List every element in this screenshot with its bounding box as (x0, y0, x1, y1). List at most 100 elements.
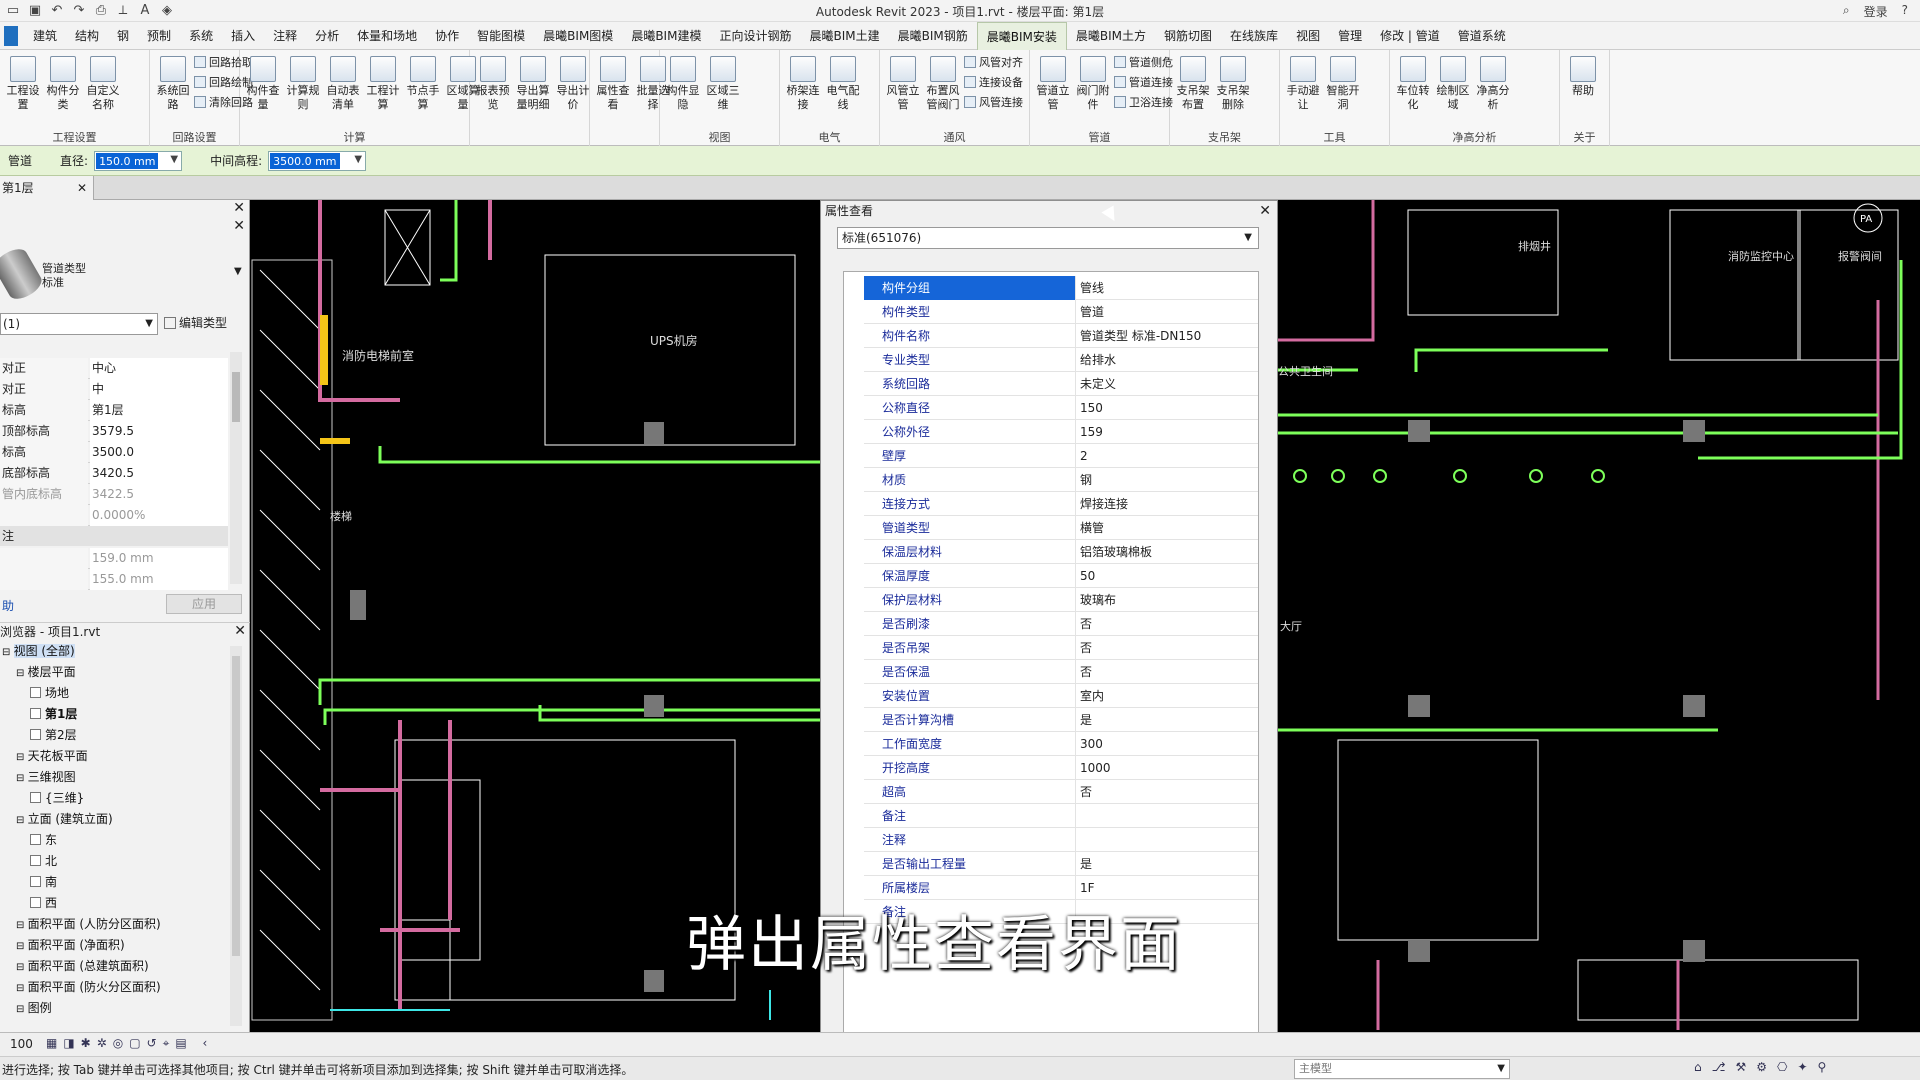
property-value[interactable]: 否 (1076, 612, 1258, 636)
ribbon-button[interactable]: 支吊架布置 (1174, 56, 1212, 112)
property-table-row[interactable]: 是否吊架否 (864, 636, 1258, 660)
ribbon-button[interactable]: 计算规则 (284, 56, 322, 112)
property-value[interactable]: 3422.5 (90, 484, 228, 505)
tab-18[interactable]: 钢筋切图 (1155, 22, 1221, 50)
ribbon-button[interactable]: 属性查看 (594, 56, 632, 112)
property-value[interactable]: 玻璃布 (1076, 588, 1258, 612)
ribbon-button[interactable]: 智能开洞 (1324, 56, 1362, 112)
collapse-icon[interactable]: ⊟ (16, 1004, 28, 1015)
property-value[interactable]: 第1层 (90, 400, 228, 421)
browser-item[interactable]: ⊟ 立面 (建筑立面) (16, 810, 113, 827)
property-value[interactable]: 1000 (1076, 756, 1258, 780)
tab-15[interactable]: 晨曦BIM钢筋 (889, 22, 977, 50)
ribbon-small-button[interactable]: 连接设备 (964, 74, 1023, 90)
instance-selector[interactable]: (1) ▼ (0, 313, 158, 335)
browser-item[interactable]: ⊟ 图例 (16, 999, 52, 1016)
property-table-row[interactable]: 公称直径 150 (864, 396, 1258, 420)
ribbon-button[interactable]: 帮助 (1564, 56, 1602, 98)
browser-item[interactable]: 第1层 (30, 705, 77, 722)
property-table-row[interactable]: 壁厚 2 (864, 444, 1258, 468)
property-table-row[interactable]: 保护层材料 玻璃布 (864, 588, 1258, 612)
property-value[interactable]: 横管 (1076, 516, 1258, 540)
browser-item[interactable]: ⊟ 面积平面 (净面积) (16, 936, 125, 953)
tab-4[interactable]: 系统 (180, 22, 222, 50)
property-table-row[interactable]: 构件名称 管道类型 标准-DN150 (864, 324, 1258, 348)
property-table-row[interactable]: 保温厚度 50 (864, 564, 1258, 588)
browser-item[interactable]: ⊟ 楼层平面 (16, 663, 76, 680)
tab-1[interactable]: 结构 (66, 22, 108, 50)
ribbon-button[interactable]: 系统回路 (154, 56, 192, 112)
ribbon-small-button[interactable]: 管道连接 (1114, 74, 1173, 90)
property-value[interactable]: 中 (90, 379, 228, 400)
drawing-canvas-right[interactable]: PA 排烟井 消防监控中心 报警阀间 公共卫生间 大厅 (1278, 200, 1920, 1032)
edit-type-button[interactable]: 编辑类型 (164, 314, 227, 331)
ribbon-button[interactable]: 车位转化 (1394, 56, 1432, 112)
tab-6[interactable]: 注释 (264, 22, 306, 50)
collapse-icon[interactable]: ⊟ (16, 815, 28, 826)
property-table-row[interactable]: 公称外径 159 (864, 420, 1258, 444)
offset-dropdown[interactable]: 3500.0 mm ▼ (268, 150, 367, 171)
browser-item[interactable]: ⊟ 天花板平面 (16, 747, 88, 764)
property-value[interactable]: 管道 (1076, 300, 1258, 324)
browser-item[interactable]: 东 (30, 831, 57, 848)
apply-button[interactable]: 应用 (166, 594, 242, 614)
ribbon-button[interactable]: 自定义名称 (84, 56, 122, 112)
ribbon-small-button[interactable]: 管道侧危 (1114, 54, 1173, 70)
tab-20[interactable]: 视图 (1287, 22, 1329, 50)
property-value[interactable]: 3500.0 (90, 442, 228, 463)
ribbon-button[interactable]: 导出算量明细 (514, 56, 552, 112)
close-icon[interactable]: ✕ (1259, 201, 1271, 221)
collapse-icon[interactable]: ⊟ (2, 647, 14, 658)
property-table-row[interactable]: 构件分组 管线 (864, 276, 1258, 300)
ribbon-button[interactable]: 支吊架删除 (1214, 56, 1252, 112)
ribbon-button[interactable]: 手动避让 (1284, 56, 1322, 112)
property-value[interactable]: 是 (1076, 852, 1258, 876)
close-icon[interactable]: ✕ (77, 176, 87, 200)
browser-item[interactable]: 南 (30, 873, 57, 890)
browser-item[interactable]: ⊟ 面积平面 (人防分区面积) (16, 915, 161, 932)
tab-19[interactable]: 在线族库 (1221, 22, 1287, 50)
property-value[interactable]: 焊接连接 (1076, 492, 1258, 516)
browser-item[interactable]: 第2层 (30, 726, 77, 743)
property-value[interactable]: 未定义 (1076, 372, 1258, 396)
property-table-row[interactable]: 是否保温否 (864, 660, 1258, 684)
ribbon-button[interactable]: 构件分类 (44, 56, 82, 112)
property-value[interactable]: 否 (1076, 780, 1258, 804)
tab-14[interactable]: 晨曦BIM土建 (800, 22, 888, 50)
help-icon[interactable]: ? (1902, 3, 1908, 20)
property-table-row[interactable]: 材质钢 (864, 468, 1258, 492)
property-value[interactable]: 否 (1076, 660, 1258, 684)
ribbon-small-button[interactable]: 风管连接 (964, 94, 1023, 110)
property-value[interactable]: 150 (1076, 396, 1258, 420)
property-value[interactable]: 159.0 mm (90, 548, 228, 569)
tab-12[interactable]: 晨曦BIM建模 (622, 22, 710, 50)
property-value[interactable]: 给排水 (1076, 348, 1258, 372)
browser-item[interactable]: ⊟ 面积平面 (防火分区面积) (16, 978, 161, 995)
close-icon[interactable]: ✕ (233, 218, 245, 234)
tab-5[interactable]: 插入 (222, 22, 264, 50)
close-icon[interactable]: ✕ (233, 200, 245, 216)
property-value[interactable]: 钢 (1076, 468, 1258, 492)
browser-item[interactable]: 场地 (30, 684, 69, 701)
browser-item[interactable]: ⊟ 三维视图 (16, 768, 76, 785)
browser-scrollbar[interactable] (230, 646, 242, 1026)
ribbon-button[interactable]: 电气配线 (824, 56, 862, 112)
user-login[interactable]: 登录 (1864, 3, 1888, 20)
ribbon-button[interactable]: 绘制区域 (1434, 56, 1472, 112)
property-value[interactable]: 否 (1076, 636, 1258, 660)
tab-16[interactable]: 晨曦BIM安装 (976, 21, 1067, 50)
tab-9[interactable]: 协作 (426, 22, 468, 50)
ribbon-button[interactable]: 布置风管阀门 (924, 56, 962, 112)
element-selector[interactable]: 标准(651076) ▼ (837, 227, 1259, 249)
ribbon-button[interactable]: 阀门附件 (1074, 56, 1112, 112)
property-table-row[interactable]: 保温层材料 铝箔玻璃棉板 (864, 540, 1258, 564)
collapse-icon[interactable]: ⊟ (16, 773, 28, 784)
tab-23[interactable]: 管道系统 (1449, 22, 1515, 50)
tab-10[interactable]: 智能图模 (468, 22, 534, 50)
property-table-row[interactable]: 工作面宽度 300 (864, 732, 1258, 756)
property-table-row[interactable]: 超高否 (864, 780, 1258, 804)
property-table-row[interactable]: 系统回路 未定义 (864, 372, 1258, 396)
property-value[interactable]: 159 (1076, 420, 1258, 444)
tab-2[interactable]: 钢 (108, 22, 138, 50)
property-table-row[interactable]: 注释 (864, 828, 1258, 852)
